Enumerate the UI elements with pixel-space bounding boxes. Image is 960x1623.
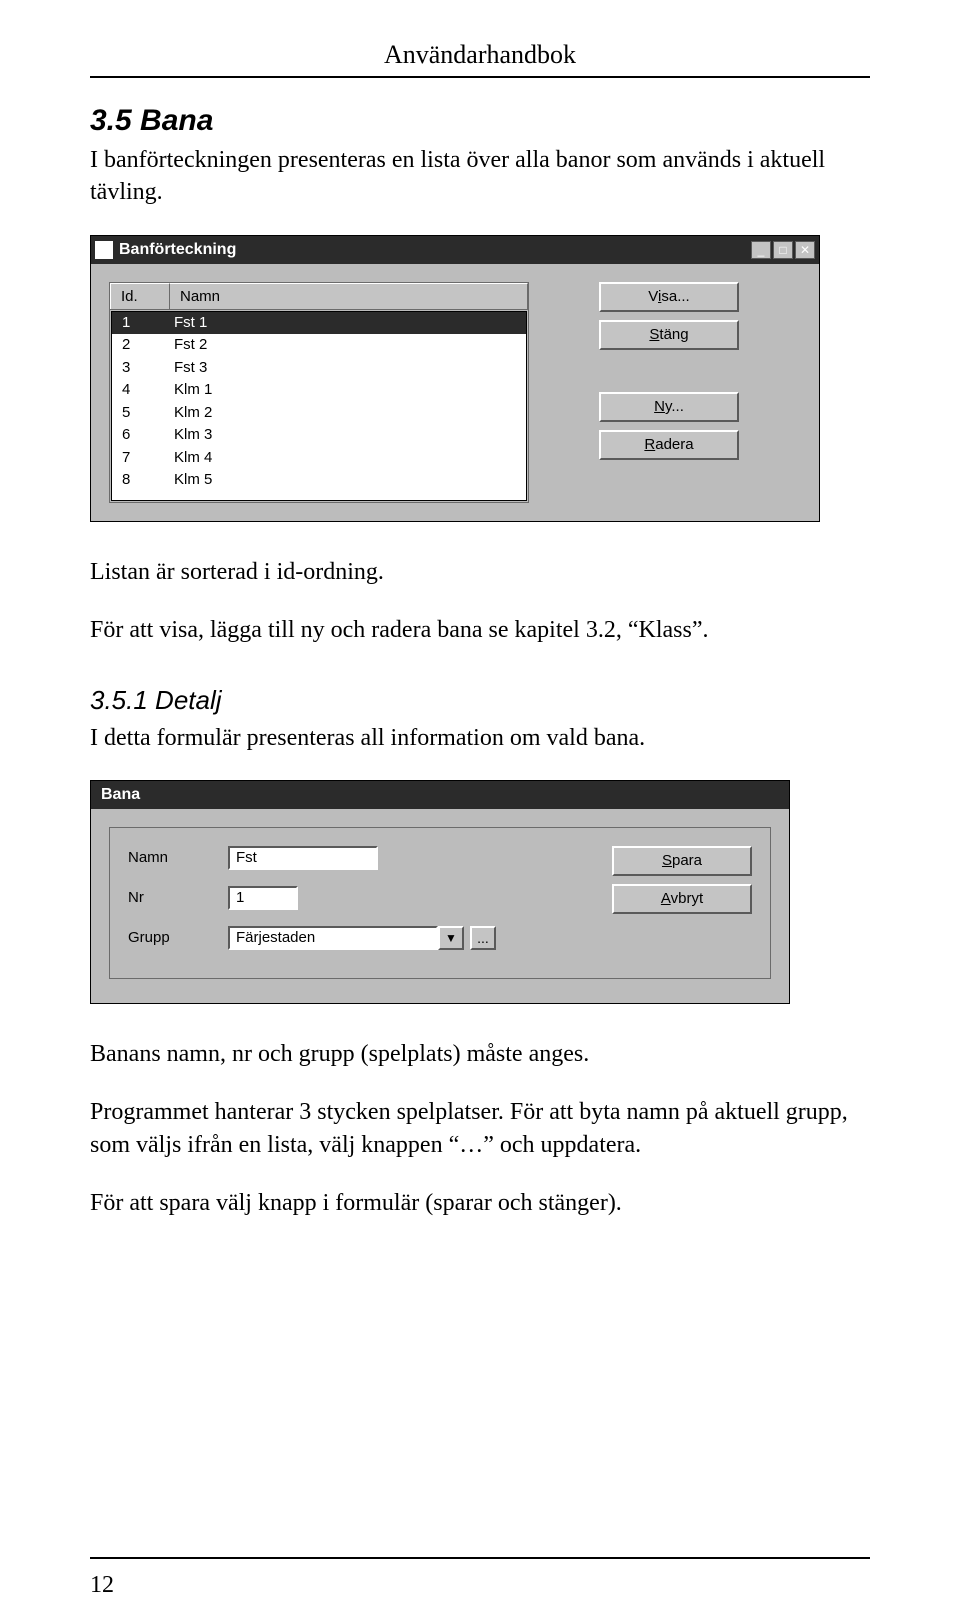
cell-name: Fst 1	[170, 312, 526, 335]
section-heading-3-5: 3.5 Bana	[90, 104, 870, 138]
paragraph-6: Programmet hanterar 3 stycken spelplatse…	[90, 1096, 870, 1161]
subsection-heading-3-5-1: 3.5.1 Detalj	[90, 685, 870, 716]
label-grupp: Grupp	[128, 929, 228, 946]
cell-name: Klm 5	[170, 469, 526, 492]
cell-name: Klm 1	[170, 379, 526, 402]
cell-name: Klm 2	[170, 402, 526, 425]
window-banforteckning: Banförteckning _ □ ✕ Id. Namn 1 Fst 1	[90, 235, 820, 522]
cell-id: 4	[112, 379, 170, 402]
ellipsis-button[interactable]: ...	[470, 926, 496, 950]
cell-id: 8	[112, 469, 170, 492]
paragraph-1: I banförteckningen presenteras en lista …	[90, 144, 870, 209]
cell-name: Klm 3	[170, 424, 526, 447]
cell-name: Fst 2	[170, 334, 526, 357]
close-icon[interactable]: ✕	[795, 241, 815, 259]
table-row[interactable]: 4 Klm 1	[112, 379, 526, 402]
cell-id: 3	[112, 357, 170, 380]
table-row[interactable]: 3 Fst 3	[112, 357, 526, 380]
table-row[interactable]: 6 Klm 3	[112, 424, 526, 447]
header-rule	[90, 76, 870, 78]
titlebar: Banförteckning _ □ ✕	[91, 236, 819, 264]
chevron-down-icon[interactable]: ▼	[438, 926, 464, 950]
table-row[interactable]: 5 Klm 2	[112, 402, 526, 425]
form-frame: Namn Fst Nr 1 Grupp Färjestaden ▼ ...	[109, 827, 771, 979]
paragraph-7: För att spara välj knapp i formulär (spa…	[90, 1187, 870, 1219]
stang-button[interactable]: Stäng	[599, 320, 739, 350]
paragraph-4: I detta formulär presenteras all informa…	[90, 722, 870, 754]
window-bana: Bana Namn Fst Nr 1 Grupp Färjest	[90, 780, 790, 1004]
list-header: Id. Namn	[110, 283, 528, 310]
table-row[interactable]: 7 Klm 4	[112, 447, 526, 470]
window-icon	[95, 241, 113, 259]
grupp-combobox[interactable]: Färjestaden	[228, 926, 438, 950]
avbryt-button[interactable]: Avbryt	[612, 884, 752, 914]
table-row[interactable]: 1 Fst 1	[112, 312, 526, 335]
cell-id: 5	[112, 402, 170, 425]
namn-input[interactable]: Fst	[228, 846, 378, 870]
col-id[interactable]: Id.	[110, 283, 170, 309]
radera-button[interactable]: Radera	[599, 430, 739, 460]
footer-rule	[90, 1557, 870, 1559]
table-row[interactable]: 2 Fst 2	[112, 334, 526, 357]
cell-id: 7	[112, 447, 170, 470]
ny-button[interactable]: Ny...	[599, 392, 739, 422]
titlebar: Bana	[91, 781, 789, 809]
cell-name: Klm 4	[170, 447, 526, 470]
nr-input[interactable]: 1	[228, 886, 298, 910]
spara-button[interactable]: Spara	[612, 846, 752, 876]
paragraph-3: För att visa, lägga till ny och radera b…	[90, 614, 870, 646]
window-title: Banförteckning	[119, 241, 751, 259]
window-title: Bana	[95, 786, 785, 804]
page-number: 12	[90, 1572, 114, 1599]
col-name[interactable]: Namn	[170, 283, 528, 309]
label-namn: Namn	[128, 849, 228, 866]
table-row[interactable]: 8 Klm 5	[112, 469, 526, 492]
cell-id: 2	[112, 334, 170, 357]
cell-name: Fst 3	[170, 357, 526, 380]
doc-header: Användarhandbok	[90, 40, 870, 70]
track-list[interactable]: Id. Namn 1 Fst 1 2 Fst 2 3 Fst 3	[109, 282, 529, 503]
cell-id: 6	[112, 424, 170, 447]
minimize-icon[interactable]: _	[751, 241, 771, 259]
maximize-icon[interactable]: □	[773, 241, 793, 259]
visa-button[interactable]: Visa...	[599, 282, 739, 312]
paragraph-5: Banans namn, nr och grupp (spelplats) må…	[90, 1038, 870, 1070]
label-nr: Nr	[128, 889, 228, 906]
cell-id: 1	[112, 312, 170, 335]
paragraph-2: Listan är sorterad i id-ordning.	[90, 556, 870, 588]
